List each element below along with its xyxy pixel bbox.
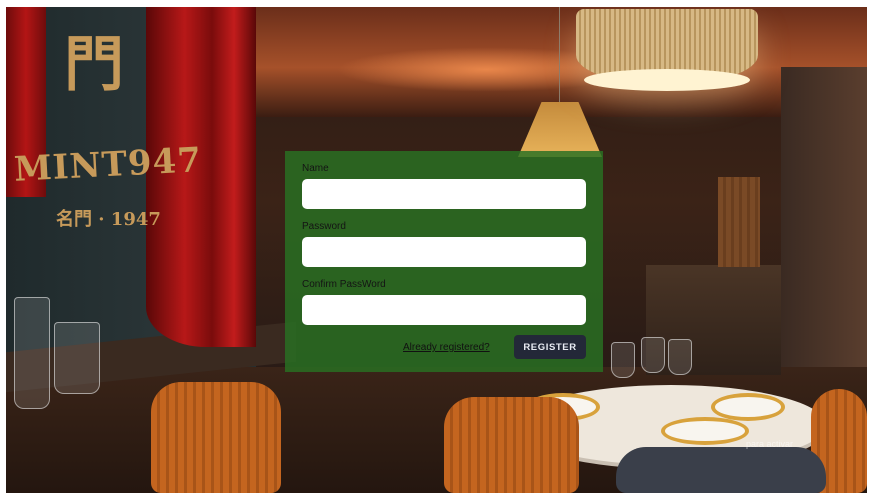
logo-sub: 名門 · 1947 — [56, 209, 161, 230]
confirm-password-input[interactable] — [302, 295, 586, 325]
wine-glass — [641, 337, 665, 373]
glass-jar — [14, 297, 50, 409]
name-label: Name — [302, 163, 329, 174]
already-registered-link[interactable]: Already registered? — [403, 342, 490, 353]
wine-glass — [668, 339, 692, 375]
dark-chair — [616, 447, 826, 493]
logo-mark: 門 — [64, 30, 126, 100]
orange-chair — [444, 397, 579, 493]
restaurant-logo: 門 MINT947 名門 · 1947 — [13, 30, 203, 230]
plate — [661, 417, 749, 445]
password-input[interactable] — [302, 237, 586, 267]
password-label: Password — [302, 221, 346, 232]
name-input[interactable] — [302, 179, 586, 209]
confirm-password-label: Confirm PassWord — [302, 279, 386, 290]
wood-pillar — [718, 177, 760, 267]
register-form: Name Password Confirm PassWord Already r… — [285, 151, 603, 372]
large-pendant-lamp — [576, 9, 758, 91]
plate — [711, 393, 785, 421]
watermark-text: para activar — [746, 439, 794, 449]
wine-glass — [611, 342, 635, 378]
glass-vase — [54, 322, 100, 394]
lamp-cord — [559, 7, 560, 103]
register-button[interactable]: REGISTER — [514, 335, 586, 359]
bar-counter — [646, 265, 781, 375]
right-wall — [781, 67, 867, 397]
orange-chair — [151, 382, 281, 493]
